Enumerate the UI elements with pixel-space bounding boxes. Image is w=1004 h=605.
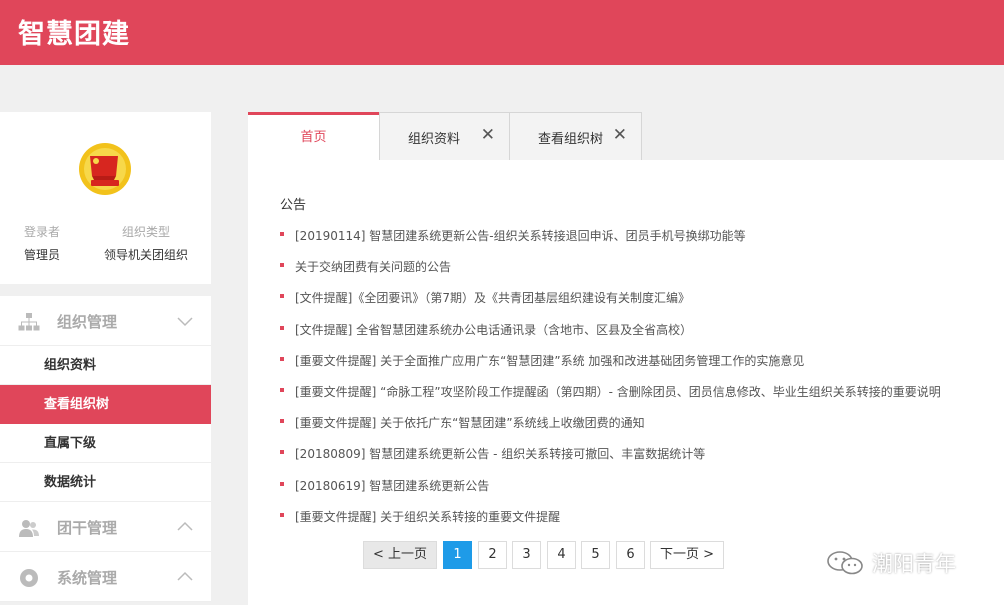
login-value: 管理员	[23, 248, 60, 262]
next-page-button[interactable]: 下一页 >	[650, 541, 724, 569]
notice-list: [20190114] 智慧团建系统更新公告-组织关系转接退回申诉、团员手机号换绑…	[280, 227, 941, 539]
notice-item[interactable]: 关于交纳团费有关问题的公告	[280, 258, 941, 289]
top-header: 智慧团建	[0, 0, 1004, 65]
org-type-value: 领导机关团组织	[103, 248, 188, 262]
tab-bar: 首页 组织资料 ✕ 查看组织树 ✕	[248, 112, 1004, 160]
tab-org-tree[interactable]: 查看组织树 ✕	[510, 112, 642, 160]
sidebar-menu: 组织管理 组织资料 查看组织树 直属下级 数据统计 团干管理 系统管理	[0, 296, 211, 602]
page-button-4[interactable]: 4	[547, 541, 576, 569]
org-type-info: 组织类型 领导机关团组织	[96, 223, 196, 263]
notice-item[interactable]: [20190114] 智慧团建系统更新公告-组织关系转接退回申诉、团员手机号换绑…	[280, 227, 941, 258]
page-button-3[interactable]: 3	[512, 541, 541, 569]
menu-system-management-label: 系统管理	[57, 569, 118, 587]
chevron-up-icon	[177, 571, 193, 581]
wechat-icon	[827, 551, 863, 575]
login-label: 登录者	[23, 225, 60, 239]
menu-system-management[interactable]: 系统管理	[0, 552, 211, 602]
menu-cadre-management-label: 团干管理	[57, 519, 118, 537]
notice-item[interactable]: [文件提醒] 全省智慧团建系统办公电话通讯录（含地市、区县及全省高校）	[280, 321, 941, 352]
prev-page-button[interactable]: < 上一页	[363, 541, 437, 569]
chevron-down-icon	[177, 317, 193, 327]
notice-item[interactable]: [文件提醒]《全团要讯》（第7期）及《共青团基层组织建设有关制度汇编》	[280, 289, 941, 320]
notice-item[interactable]: [重要文件提醒] 关于组织关系转接的重要文件提醒	[280, 508, 941, 539]
app-title: 智慧团建	[18, 19, 130, 50]
notice-section: 公告 [20190114] 智慧团建系统更新公告-组织关系转接退回申诉、团员手机…	[280, 194, 941, 539]
sidebar-item-data-statistics[interactable]: 数据统计	[0, 463, 211, 502]
menu-cadre-management[interactable]: 团干管理	[0, 502, 211, 552]
notice-item[interactable]: [20180619] 智慧团建系统更新公告	[280, 477, 941, 508]
close-icon[interactable]: ✕	[613, 125, 627, 145]
page-button-2[interactable]: 2	[478, 541, 507, 569]
gear-icon	[20, 569, 38, 587]
notice-item[interactable]: [重要文件提醒] “命脉工程”攻坚阶段工作提醒函（第四期）- 含删除团员、团员信…	[280, 383, 941, 414]
notice-item[interactable]: [重要文件提醒] 关于依托广东“智慧团建”系统线上收缴团费的通知	[280, 414, 941, 445]
tab-org-info[interactable]: 组织资料 ✕	[379, 112, 510, 160]
youth-league-emblem-icon	[79, 143, 131, 195]
org-type-label: 组织类型	[121, 225, 170, 239]
tab-org-tree-label: 查看组织树	[538, 132, 604, 147]
profile-card: 登录者 管理员 组织类型 领导机关团组织	[0, 112, 211, 284]
tab-home[interactable]: 首页	[248, 112, 379, 160]
menu-org-management-label: 组织管理	[57, 313, 118, 331]
page-button-5[interactable]: 5	[581, 541, 610, 569]
tab-org-info-label: 组织资料	[408, 132, 461, 147]
notice-title: 公告	[280, 198, 307, 213]
notice-item[interactable]: [20180809] 智慧团建系统更新公告 - 组织关系转接可撤回、丰富数据统计…	[280, 445, 941, 476]
close-icon[interactable]: ✕	[481, 125, 495, 145]
sidebar-item-direct-subordinates[interactable]: 直属下级	[0, 424, 211, 463]
notice-item[interactable]: [重要文件提醒] 关于全面推广应用广东“智慧团建”系统 加强和改进基础团务管理工…	[280, 352, 941, 383]
sidebar-item-org-info[interactable]: 组织资料	[0, 346, 211, 385]
users-icon	[19, 520, 39, 537]
chevron-up-icon	[177, 521, 193, 531]
login-info: 登录者 管理员	[14, 223, 70, 263]
menu-org-management[interactable]: 组织管理	[0, 296, 211, 346]
sidebar-item-org-tree[interactable]: 查看组织树	[0, 385, 211, 424]
watermark-text: 潮阳青年	[872, 552, 956, 576]
page-button-6[interactable]: 6	[616, 541, 645, 569]
main-panel: 首页 组织资料 ✕ 查看组织树 ✕ 公告 [20190114] 智慧团建系统更新…	[248, 112, 1004, 605]
org-chart-icon	[18, 313, 40, 331]
page-button-1[interactable]: 1	[443, 541, 472, 569]
